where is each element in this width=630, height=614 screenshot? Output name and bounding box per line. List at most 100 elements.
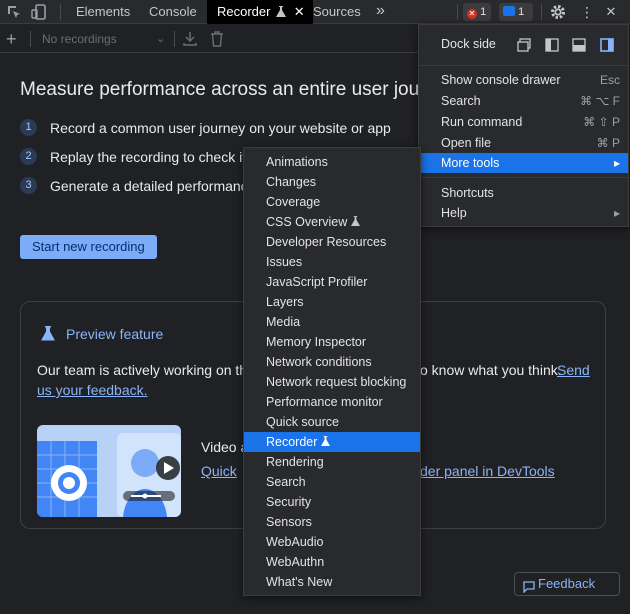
more-tools-item[interactable]: Security: [244, 492, 420, 512]
more-tools-item[interactable]: WebAuthn: [244, 552, 420, 572]
menu-divider: [419, 65, 628, 66]
video-link-left[interactable]: Quick: [201, 463, 237, 479]
more-tools-item[interactable]: Search: [244, 472, 420, 492]
preview-feature-title: Preview feature: [66, 326, 164, 342]
toolbar-divider: [30, 31, 31, 47]
menu-item-shortcut: ⌘ ⇧ P: [583, 115, 620, 129]
more-tools-item[interactable]: Sensors: [244, 512, 420, 532]
recordings-select[interactable]: No recordings: [42, 25, 117, 53]
submenu-arrow-icon: ▸: [613, 156, 620, 170]
more-tools-item[interactable]: Issues: [244, 252, 420, 272]
more-tools-item[interactable]: Animations: [244, 152, 420, 172]
import-recording-icon[interactable]: [182, 31, 198, 52]
menu-item-shortcut: ⌘ ⌥ F: [580, 94, 620, 108]
step-number: 3: [20, 177, 37, 194]
preview-text-left: Our team is actively working on thi: [37, 362, 251, 378]
tab-recorder[interactable]: Recorder ✕: [207, 0, 313, 24]
toolbar-divider: [457, 4, 458, 20]
step-text: Record a common user journey on your web…: [50, 120, 391, 136]
toolbar-divider: [60, 4, 61, 20]
video-link-right[interactable]: der panel in DevTools: [420, 463, 555, 479]
send-feedback-link[interactable]: Send: [557, 362, 590, 378]
more-tools-item[interactable]: Coverage: [244, 192, 420, 212]
messages-count: 1: [518, 6, 525, 18]
menu-item-label: Search: [441, 94, 481, 108]
send-feedback-link-cont[interactable]: us your feedback.: [37, 382, 148, 398]
experimental-flask-icon: [40, 325, 56, 348]
tab-recorder-label: Recorder: [217, 4, 271, 19]
errors-count: 1: [480, 6, 487, 18]
video-label: Video a: [201, 439, 249, 455]
add-recording-icon[interactable]: +: [6, 25, 17, 53]
inspect-element-icon[interactable]: [5, 3, 23, 21]
menu-item-label: Open file: [441, 136, 492, 150]
start-new-recording-button[interactable]: Start new recording: [20, 235, 157, 259]
more-tools-item-recorder[interactable]: Recorder: [244, 432, 420, 452]
toolbar-divider: [174, 31, 175, 47]
more-tools-item[interactable]: Quick source: [244, 412, 420, 432]
menu-item-shortcuts[interactable]: Shortcuts: [419, 183, 628, 203]
errors-badge[interactable]: ✕ 1: [463, 3, 491, 21]
menu-item-more-tools[interactable]: More tools ▸: [419, 153, 628, 173]
feedback-icon: [523, 578, 535, 600]
customize-kebab-icon[interactable]: ⋮: [578, 3, 596, 21]
messages-badge[interactable]: 1: [499, 3, 533, 21]
message-icon: [503, 6, 515, 16]
menu-item-label: More tools: [441, 156, 500, 170]
experimental-flask-icon: [350, 213, 360, 233]
more-tools-item[interactable]: Changes: [244, 172, 420, 192]
more-tools-item-css-overview[interactable]: CSS Overview: [244, 212, 420, 232]
error-icon: ✕: [467, 9, 477, 19]
devtools-tab-bar: Elements Console Recorder ✕ Sources » ✕ …: [0, 0, 630, 24]
more-tabs-button[interactable]: »: [366, 0, 395, 24]
more-tools-item[interactable]: JavaScript Profiler: [244, 272, 420, 292]
dock-bottom-icon[interactable]: [572, 38, 586, 57]
more-tools-item[interactable]: Layers: [244, 292, 420, 312]
more-tools-item[interactable]: Performance monitor: [244, 392, 420, 412]
menu-item-shortcut: Esc: [599, 73, 620, 87]
toolbar-divider: [541, 4, 542, 20]
feedback-label: Feedback: [538, 576, 596, 591]
more-tools-submenu: Animations Changes Coverage CSS Overview…: [243, 147, 421, 596]
menu-item-help[interactable]: Help ▸: [419, 203, 628, 223]
close-devtools-icon[interactable]: ✕: [602, 3, 620, 21]
menu-item-show-console-drawer[interactable]: Show console drawer Esc: [419, 70, 628, 90]
more-tools-item[interactable]: Network conditions: [244, 352, 420, 372]
menu-item-shortcut: ⌘ P: [596, 136, 620, 150]
more-tools-item[interactable]: Media: [244, 312, 420, 332]
menu-item-run-command[interactable]: Run command ⌘ ⇧ P: [419, 112, 628, 132]
menu-divider: [419, 177, 628, 178]
submenu-arrow-icon: ▸: [613, 206, 620, 220]
menu-item-label: Show console drawer: [441, 73, 561, 87]
dock-side-label: Dock side: [441, 37, 496, 51]
undock-icon[interactable]: [517, 38, 531, 57]
more-tools-item[interactable]: Network request blocking: [244, 372, 420, 392]
tab-console[interactable]: Console: [139, 0, 207, 24]
feedback-button[interactable]: Feedback: [514, 572, 620, 596]
more-tools-item[interactable]: Memory Inspector: [244, 332, 420, 352]
menu-item-search[interactable]: Search ⌘ ⌥ F: [419, 91, 628, 111]
more-tools-item[interactable]: Developer Resources: [244, 232, 420, 252]
tab-sources[interactable]: Sources: [303, 0, 371, 24]
step-number: 1: [20, 119, 37, 136]
menu-item-open-file[interactable]: Open file ⌘ P: [419, 133, 628, 153]
video-thumbnail[interactable]: [37, 425, 181, 517]
customize-menu: Dock side Show console drawer Esc Search…: [418, 24, 629, 227]
dock-right-icon[interactable]: [600, 38, 614, 57]
menu-item-label: Run command: [441, 115, 523, 129]
menu-item-label: CSS Overview: [266, 215, 348, 229]
dock-left-icon[interactable]: [545, 38, 559, 57]
experimental-flask-icon: [320, 433, 330, 453]
chevron-down-icon: ⌄: [156, 33, 166, 45]
menu-item-label: Shortcuts: [441, 186, 494, 200]
menu-item-label: Help: [441, 206, 467, 220]
more-tools-item[interactable]: Rendering: [244, 452, 420, 472]
delete-recording-icon[interactable]: [210, 31, 224, 52]
page-title: Measure performance across an entire use…: [20, 79, 457, 100]
device-toolbar-icon[interactable]: [30, 3, 48, 21]
step-number: 2: [20, 148, 37, 165]
more-tools-item[interactable]: WebAudio: [244, 532, 420, 552]
settings-gear-icon[interactable]: [549, 3, 567, 21]
more-tools-item[interactable]: What's New: [244, 572, 420, 592]
tab-elements[interactable]: Elements: [66, 0, 140, 24]
